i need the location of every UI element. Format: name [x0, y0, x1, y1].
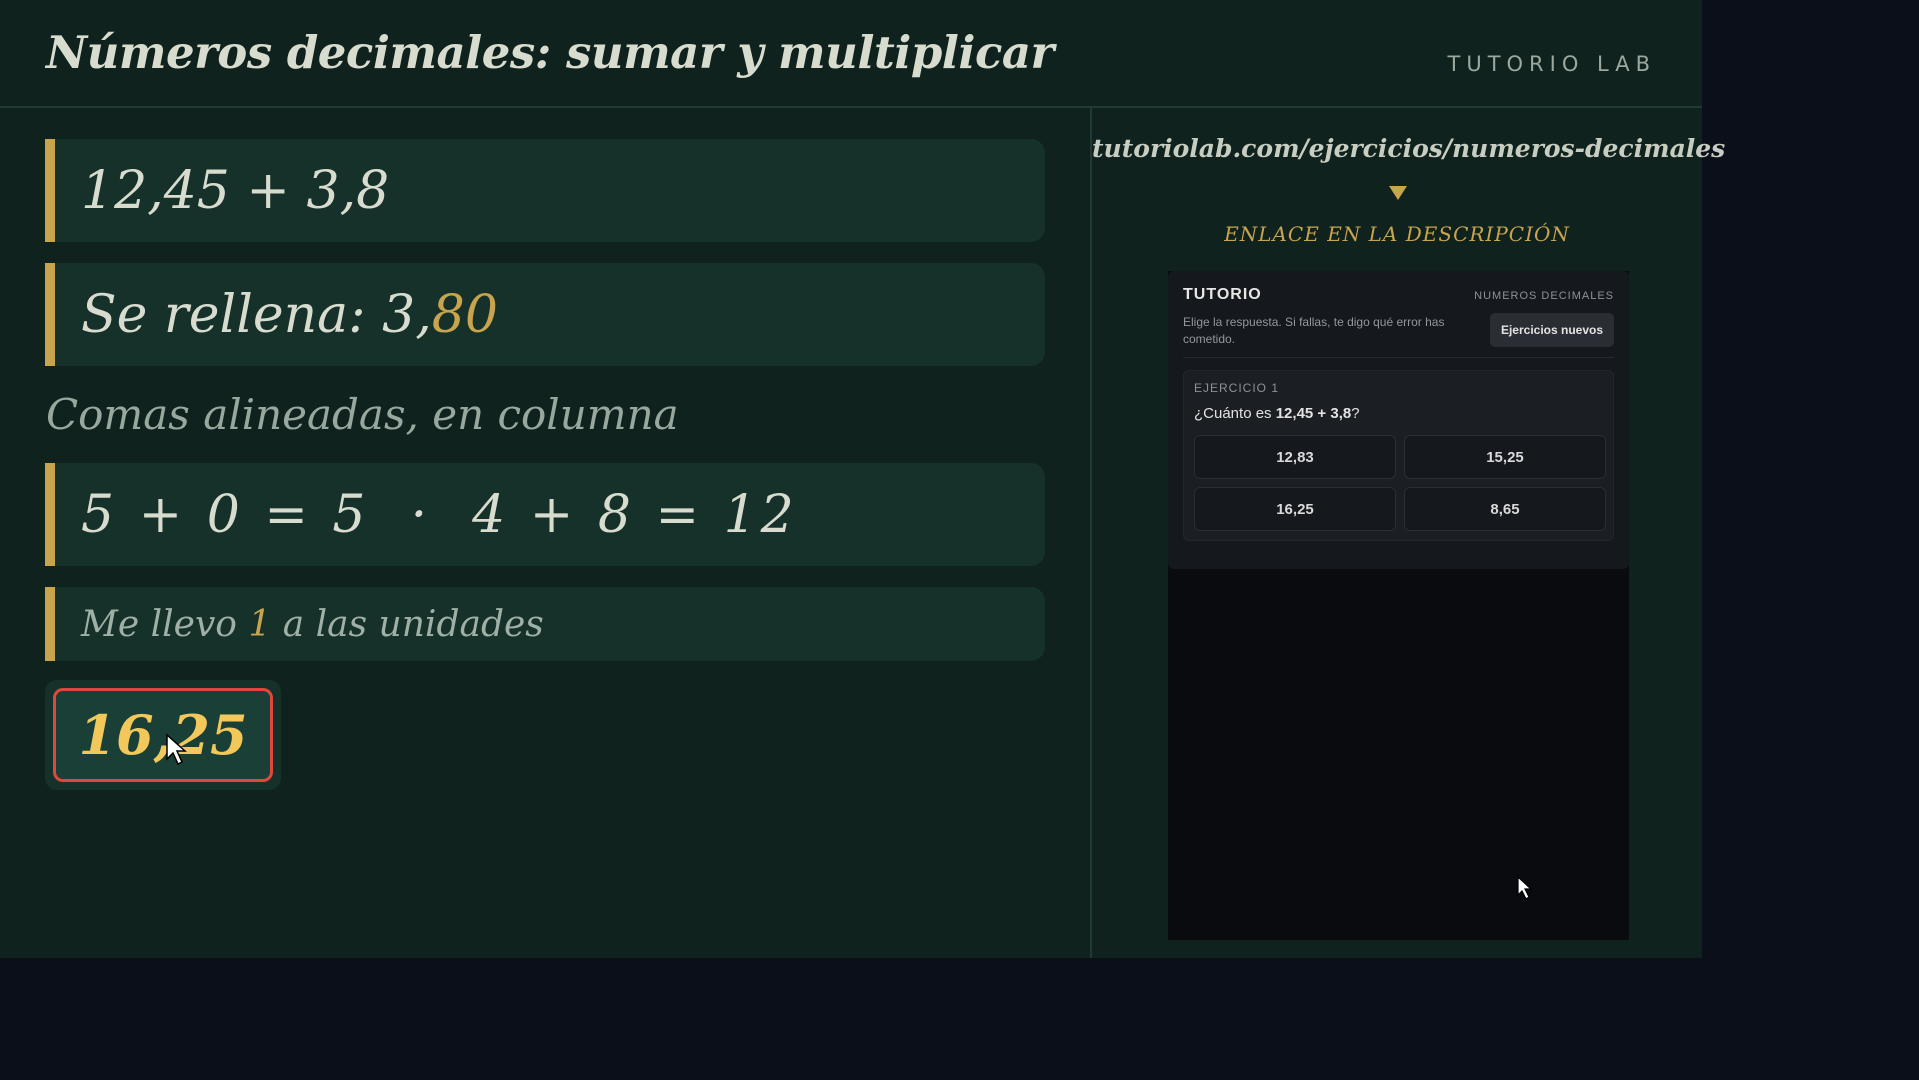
- carry-prefix: Me llevo: [81, 603, 249, 645]
- option-button[interactable]: 12,83: [1194, 435, 1396, 479]
- tutorio-widget: TUTORIO NUMEROS DECIMALES Elige la respu…: [1168, 271, 1629, 569]
- fill-prefix: Se rellena: 3,: [81, 284, 432, 345]
- carry-highlight: 1: [248, 603, 272, 645]
- answer-box: 16,25: [45, 680, 281, 790]
- answer-value[interactable]: 16,25: [53, 688, 273, 782]
- widget-divider: [1183, 357, 1614, 358]
- fill-card: Se rellena: 3, 80: [45, 263, 1045, 366]
- brand-logo: TUTORIO LAB: [1447, 52, 1656, 76]
- widget-description: Elige la respuesta. Si fallas, te digo q…: [1183, 315, 1445, 346]
- board: Números decimales: sumar y multiplicar T…: [0, 0, 1725, 958]
- option-button[interactable]: 16,25: [1194, 487, 1396, 531]
- page-title: Números decimales: sumar y multiplicar: [46, 26, 1054, 79]
- new-exercises-button[interactable]: Ejercicios nuevos: [1490, 313, 1614, 347]
- exercise-label: EJERCICIO 1: [1194, 381, 1280, 395]
- header: Números decimales: sumar y multiplicar T…: [0, 0, 1702, 108]
- exercise-url[interactable]: tutoriolab.com/ejercicios/numeros-decima…: [1092, 134, 1725, 163]
- option-button[interactable]: 15,25: [1404, 435, 1606, 479]
- embedded-page: TUTORIO NUMEROS DECIMALES Elige la respu…: [1168, 271, 1629, 940]
- widget-title: TUTORIO: [1183, 286, 1262, 303]
- problem-text: 12,45 + 3,8: [81, 160, 390, 221]
- question-prefix: ¿Cuánto es: [1194, 405, 1276, 422]
- mouse-cursor-icon: [166, 733, 187, 766]
- carry-card: Me llevo 1 a las unidades: [45, 587, 1045, 661]
- problem-card: 12,45 + 3,8: [45, 139, 1045, 242]
- exercise-question: ¿Cuánto es 12,45 + 3,8?: [1194, 405, 1360, 422]
- arrow-down-icon: [1389, 186, 1407, 200]
- alignment-note: Comas alineadas, en columna: [46, 390, 679, 439]
- fill-highlight: 80: [431, 284, 498, 345]
- carry-suffix: a las unidades: [271, 603, 544, 645]
- mouse-cursor-icon: [1517, 875, 1533, 900]
- question-expression: 12,45 + 3,8: [1275, 405, 1352, 422]
- link-description-label: ENLACE EN LA DESCRIPCIÓN: [1224, 222, 1570, 246]
- columns-text: 5 + 0 = 5 · 4 + 8 = 12: [81, 484, 798, 545]
- question-suffix: ?: [1351, 405, 1360, 422]
- columns-card: 5 + 0 = 5 · 4 + 8 = 12: [45, 463, 1045, 566]
- exercise-box: EJERCICIO 1 ¿Cuánto es 12,45 + 3,8? 12,8…: [1183, 370, 1614, 541]
- widget-topic: NUMEROS DECIMALES: [1474, 290, 1614, 302]
- option-button[interactable]: 8,65: [1404, 487, 1606, 531]
